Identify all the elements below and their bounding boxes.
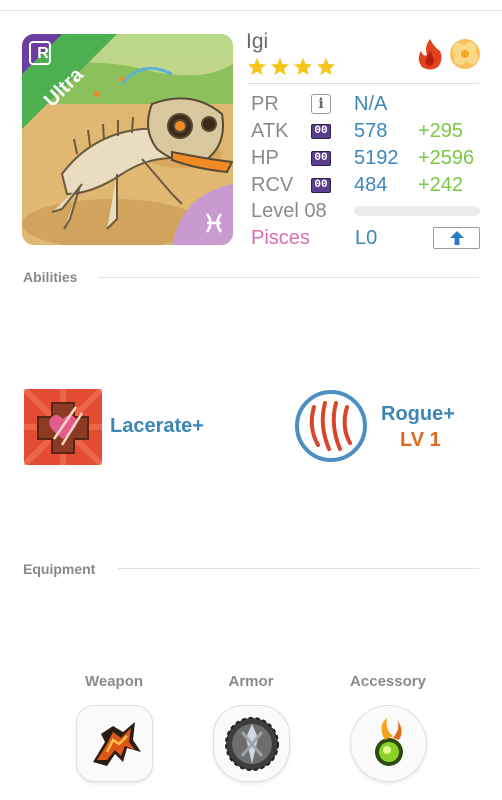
level-label: Level 08 xyxy=(251,200,327,222)
info-icon[interactable]: i xyxy=(311,94,331,114)
stat-badge: 00 xyxy=(311,124,331,139)
stat-label: PR xyxy=(251,93,279,115)
equipment-title: Equipment xyxy=(23,561,96,577)
lacerate-ability-icon[interactable] xyxy=(21,386,105,470)
stat-row-rcv: RCV 00 484 +242 xyxy=(251,174,491,200)
weapon-slot[interactable] xyxy=(76,705,153,782)
rogue-ability-level: LV 1 xyxy=(400,429,441,451)
element-icons xyxy=(414,37,482,71)
stat-label: RCV xyxy=(251,174,294,196)
star-icon xyxy=(248,58,266,75)
upgrade-button[interactable] xyxy=(433,227,480,249)
rogue-ability-name: Rogue+ xyxy=(381,403,455,425)
star-rating xyxy=(247,57,336,77)
star-icon xyxy=(294,58,312,75)
accessory-slot-label: Accessory xyxy=(350,673,426,690)
arrow-up-icon xyxy=(450,231,464,245)
abilities-divider xyxy=(98,277,479,278)
star-icon xyxy=(317,58,335,75)
armor-slot[interactable] xyxy=(213,705,290,782)
stat-label: ATK xyxy=(251,120,289,142)
stat-badge: 00 xyxy=(311,178,331,193)
stat-badge: 00 xyxy=(311,151,331,166)
top-divider xyxy=(0,10,502,11)
equipment-divider xyxy=(118,568,479,569)
lacerate-ability-name: Lacerate+ xyxy=(110,415,204,437)
rogue-ability-icon[interactable] xyxy=(294,389,368,468)
stat-value: 578 xyxy=(354,120,388,142)
bond-level: L0 xyxy=(355,227,378,249)
stat-value: N/A xyxy=(354,93,388,115)
stat-bonus: +2596 xyxy=(418,147,475,169)
creature-name: Igi xyxy=(246,30,269,53)
stat-value: 5192 xyxy=(354,147,399,169)
accessory-slot[interactable] xyxy=(350,705,427,782)
abilities-title: Abilities xyxy=(23,269,78,285)
stat-row-atk: ATK 00 578 +295 xyxy=(251,120,491,146)
armor-icon xyxy=(225,717,279,771)
rarity-badge: R xyxy=(37,45,49,62)
stat-row-pr: PR i N/A xyxy=(251,93,491,119)
stat-label: HP xyxy=(251,147,279,169)
pisces-icon xyxy=(202,211,226,235)
fire-icon xyxy=(418,39,442,70)
stat-value: 484 xyxy=(354,174,388,196)
weapon-icon xyxy=(93,722,141,766)
stat-bonus: +295 xyxy=(418,120,464,142)
level-progress-bar xyxy=(354,206,480,216)
armor-slot-label: Armor xyxy=(228,673,274,690)
star-icon xyxy=(271,58,289,75)
stat-row-hp: HP 00 5192 +2596 xyxy=(251,147,491,173)
accessory-icon xyxy=(375,718,403,766)
sand-icon xyxy=(450,39,480,69)
zodiac-label: Pisces xyxy=(251,227,310,249)
creature-portrait[interactable]: R Ultra xyxy=(22,34,233,245)
header-divider xyxy=(247,83,479,84)
stat-bonus: +242 xyxy=(418,174,464,196)
weapon-slot-label: Weapon xyxy=(84,673,144,690)
